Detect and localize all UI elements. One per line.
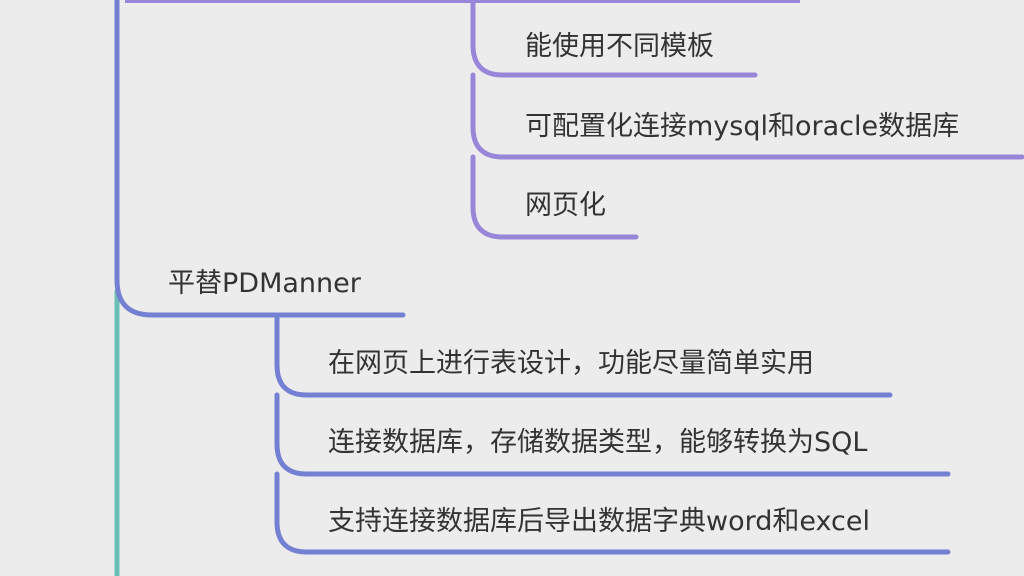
node-configurable-db[interactable]: 可配置化连接mysql和oracle数据库	[525, 110, 959, 144]
connector-lines	[114, 0, 1024, 576]
node-web-based[interactable]: 网页化	[525, 189, 606, 223]
node-use-templates[interactable]: 能使用不同模板	[525, 30, 714, 64]
node-topic-pdmanner[interactable]: 平替PDManner	[168, 267, 361, 301]
node-table-design[interactable]: 在网页上进行表设计，功能尽量简单实用	[328, 347, 814, 381]
node-connect-db-sql[interactable]: 连接数据库，存储数据类型，能够转换为SQL	[328, 426, 867, 460]
node-export-dictionary[interactable]: 支持连接数据库后导出数据字典word和excel	[328, 505, 870, 539]
